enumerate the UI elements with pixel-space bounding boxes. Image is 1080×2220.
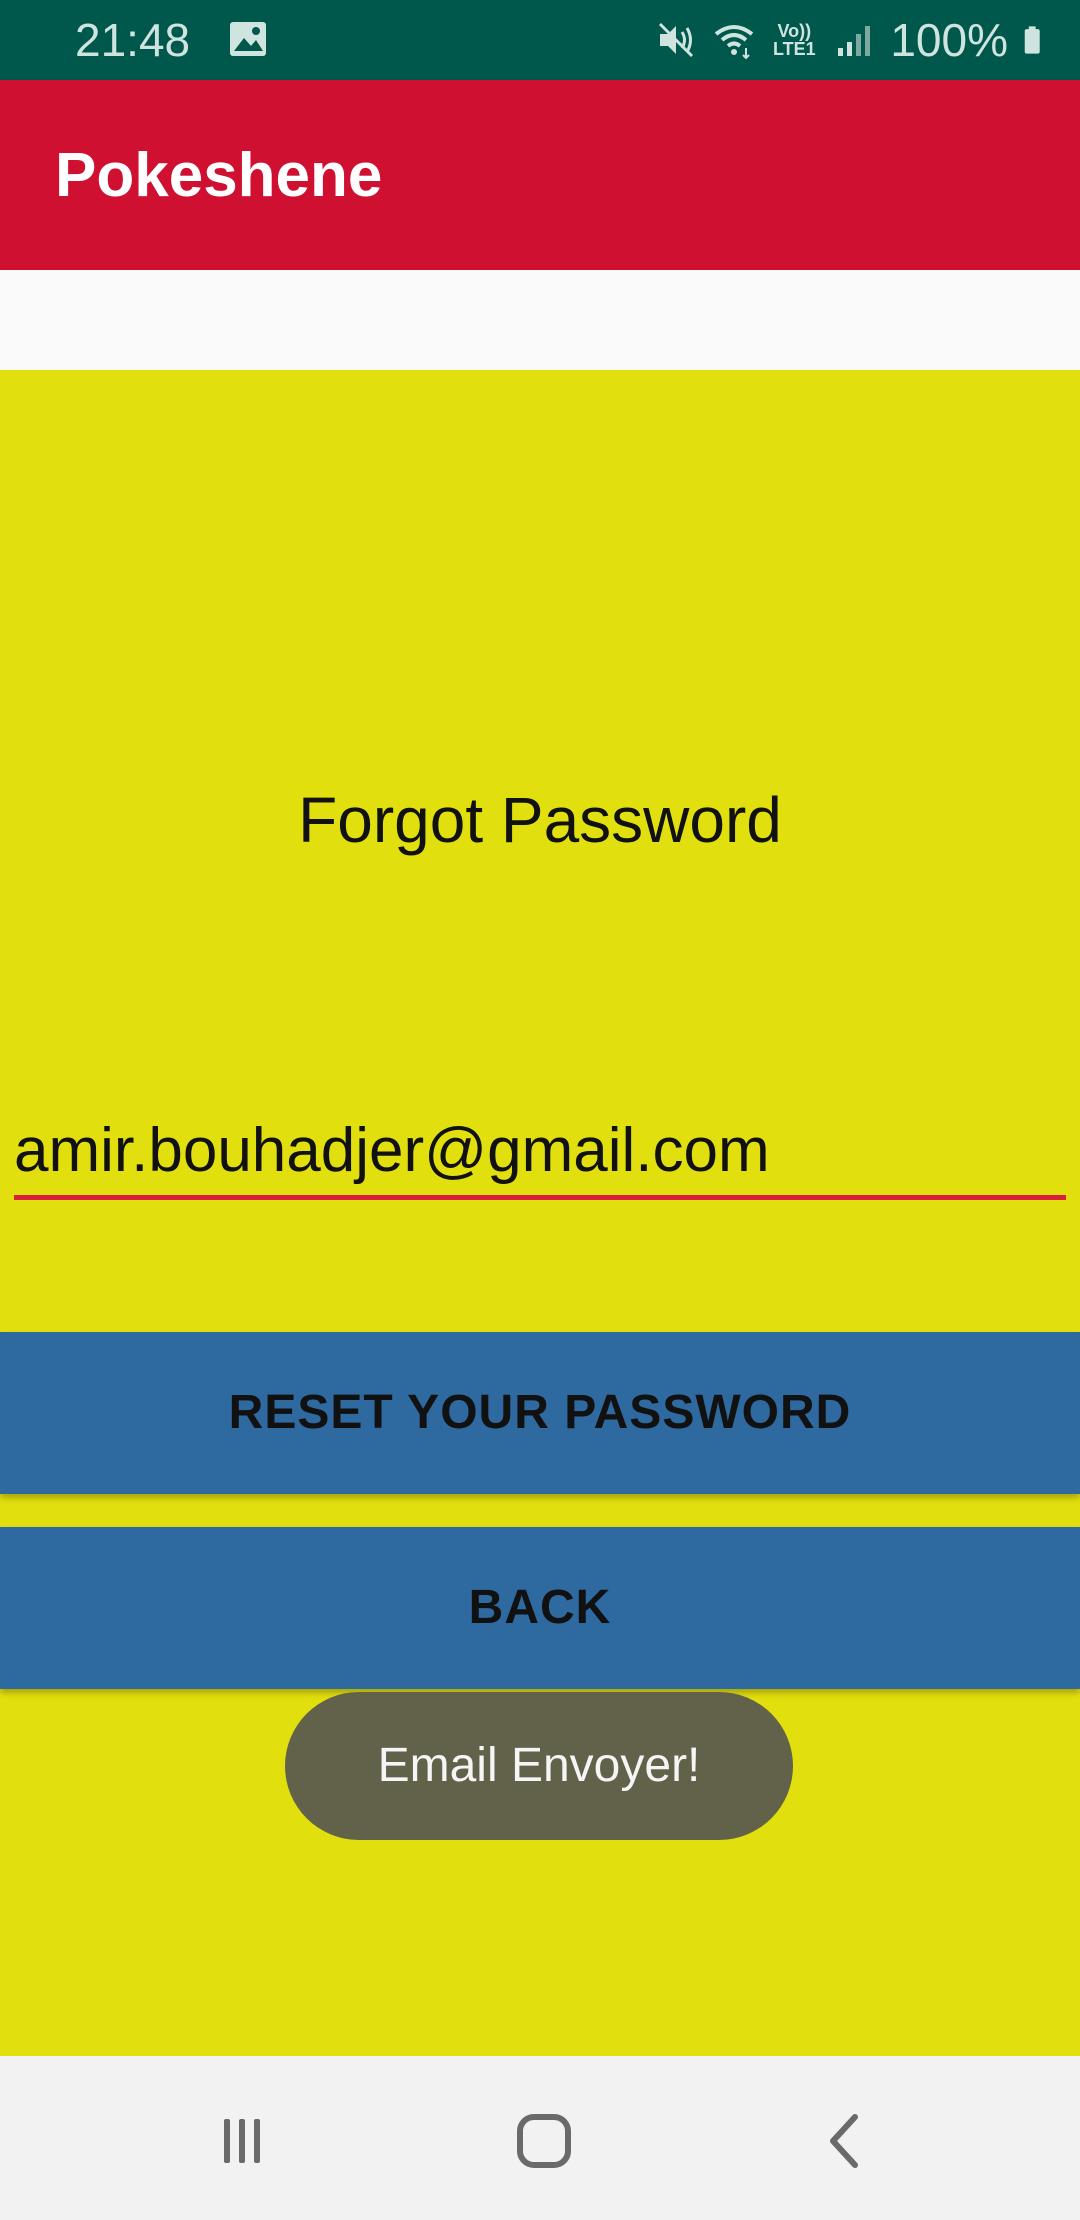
page-title: Forgot Password xyxy=(298,784,782,856)
app-bar: Pokeshene xyxy=(0,80,1080,270)
top-spacer xyxy=(0,270,1080,370)
navigation-bar xyxy=(0,2056,1080,2220)
status-bar: 21:48 Vo)) LTE1 100% xyxy=(0,0,1080,80)
recents-button[interactable] xyxy=(197,2096,287,2186)
email-field[interactable] xyxy=(14,1105,1066,1200)
volte-label: Vo)) xyxy=(777,21,812,41)
back-icon xyxy=(830,2114,858,2168)
lte-label: LTE1 xyxy=(773,39,816,59)
status-icons: Vo)) LTE1 100% xyxy=(654,10,1052,70)
battery-percent: 100% xyxy=(890,14,1008,66)
home-icon xyxy=(517,2114,571,2168)
reset-password-button[interactable]: RESET YOUR PASSWORD xyxy=(0,1332,1080,1494)
app-title: Pokeshene xyxy=(55,141,383,210)
battery-icon xyxy=(1024,26,1040,54)
image-icon xyxy=(230,22,266,56)
toast-message: Email Envoyer! xyxy=(285,1692,793,1840)
back-button[interactable]: BACK xyxy=(0,1527,1080,1689)
status-time: 21:48 xyxy=(75,14,191,66)
recents-icon xyxy=(224,2119,260,2163)
vibrate-mute-icon xyxy=(659,22,694,58)
home-button[interactable] xyxy=(499,2096,589,2186)
signal-icon xyxy=(838,26,871,56)
volte-lte-indicator: Vo)) LTE1 xyxy=(770,22,818,58)
forgot-password-panel: Forgot Password RESET YOUR PASSWORD BACK… xyxy=(0,370,1080,2056)
wifi-icon xyxy=(715,25,754,60)
back-nav-button[interactable] xyxy=(802,2096,892,2186)
screen: 21:48 Vo)) LTE1 100% Pokeshene Forgot Pa… xyxy=(0,0,1080,2220)
